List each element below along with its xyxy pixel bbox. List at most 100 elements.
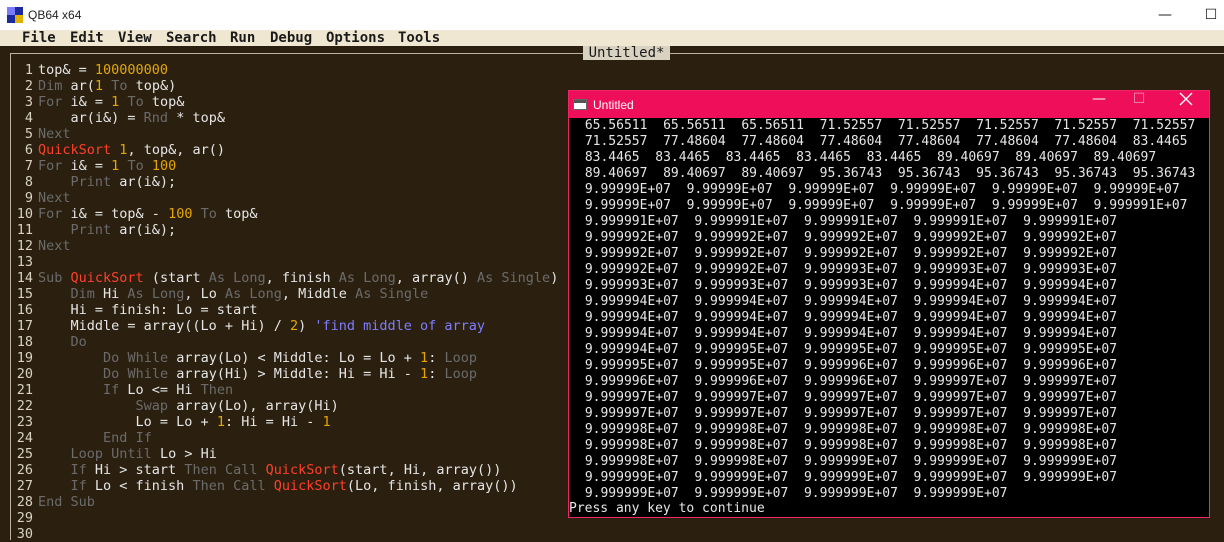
code-token: As [477,270,494,286]
code-line[interactable]: QuickSort 1, top&, ar() [38,142,558,158]
line-number: 24 [16,430,33,446]
code-token: As [127,286,144,302]
menu-search[interactable]: Search [166,30,217,46]
code-line[interactable]: Do While array(Lo) < Middle: Lo = Lo + 1… [38,350,558,366]
maximize-button[interactable]: ☐ [1188,0,1224,30]
code-line[interactable] [38,254,558,270]
code-line[interactable]: Next [38,190,558,206]
code-token: Dim [70,286,95,302]
line-number: 4 [24,110,33,126]
code-line[interactable]: For i& = top& - 100 To top& [38,206,558,222]
line-number: 10 [16,206,33,222]
line-number: 21 [16,382,33,398]
code-token: , array() [395,270,477,286]
code-token: Next [38,238,71,254]
code-line[interactable]: Next [38,126,558,142]
menu-run[interactable]: Run [230,30,255,46]
code-token: 1 [94,78,104,94]
output-line: 9.999992E+07 9.999992E+07 9.999992E+07 9… [577,230,1118,245]
code-line[interactable]: If Lo < finish Then Call QuickSort(Lo, f… [38,478,558,494]
code-line[interactable]: End If [38,430,558,446]
code-line[interactable]: ar(i&) = Rnd * top& [38,110,558,126]
code-token: While [127,366,169,382]
code-token: Do [103,350,120,366]
window-icon [573,99,587,110]
code-line[interactable]: Sub QuickSort (start As Long, finish As … [38,270,558,286]
code-token: Lo = Lo + [38,414,217,430]
code-token: For [38,94,63,110]
code-line[interactable]: Next [38,238,558,254]
code-line[interactable]: End Sub [38,494,558,510]
code-token: (Lo, finish, array()) [346,478,518,494]
code-line[interactable]: If Hi > start Then Call QuickSort(start,… [38,462,558,478]
line-number: 7 [24,158,33,174]
output-maximize-button[interactable]: ☐ [1119,91,1159,118]
line-number-gutter: 1 2 3 4 5 6 7 8 9 10 11 12 13 14 15 16 17 18 19 20 21 22 23 24 2… [11,62,33,542]
code-line[interactable]: Lo = Lo + 1: Hi = Hi - 1 [38,414,558,430]
qb64-app-icon [7,7,23,23]
menu-debug[interactable]: Debug [270,30,312,46]
line-number: 3 [24,94,33,110]
code-token: Single [501,270,551,286]
code-line[interactable] [38,510,558,526]
code-line[interactable]: top& = 100000000 [38,62,558,78]
minimize-button[interactable]: — [1142,0,1188,30]
menu-file[interactable]: File [22,30,56,46]
code-line[interactable]: Do [38,334,558,350]
menu-edit[interactable]: Edit [70,30,104,46]
code-token: , Lo [184,286,225,302]
menu-tools[interactable]: Tools [398,30,440,46]
code-token: Middle = array((Lo + Hi) / [38,318,290,334]
line-number: 12 [16,238,33,254]
code-token: ar( [62,78,95,94]
app-title: QB64 x64 [28,8,82,22]
code-line[interactable]: For i& = 1 To 100 [38,158,558,174]
code-line[interactable]: If Lo <= Hi Then [38,382,558,398]
code-token: 1 [322,414,331,430]
code-line[interactable]: For i& = 1 To top& [38,94,558,110]
output-line: 9.999999E+07 9.999999E+07 9.999999E+07 9… [577,486,1008,501]
code-token: array(Hi) > Middle: Hi = Hi - [168,366,421,382]
code-line[interactable]: Dim ar(1 To top&) [38,78,558,94]
menu-bar: File Edit View Search Run Debug Options … [0,30,1224,46]
code-token: 2 [289,318,299,334]
code-token: Until [111,446,152,462]
output-window-title: Untitled [593,98,634,112]
output-close-button[interactable] [1166,91,1206,118]
menu-options[interactable]: Options [326,30,385,46]
code-line[interactable]: Dim Hi As Long, Lo As Long, Middle As Si… [38,286,558,302]
line-number: 22 [16,398,33,414]
code-line[interactable]: Do While array(Hi) > Middle: Hi = Hi - 1… [38,366,558,382]
code-token: If [135,430,152,446]
code-line[interactable]: Loop Until Lo > Hi [38,446,558,462]
code-token: Dim [38,78,63,94]
code-token: array(Lo), array(Hi) [168,398,339,414]
menu-view[interactable]: View [118,30,152,46]
code-token: Lo <= Hi [119,382,201,398]
code-token: 1 [420,366,429,382]
code-token: top& [143,94,185,110]
code-line[interactable]: Hi = finish: Lo = start [38,302,558,318]
line-number: 2 [24,78,33,94]
code-line[interactable]: Middle = array((Lo + Hi) / 2) 'find midd… [38,318,558,334]
code-line[interactable]: Print ar(i&); [38,174,558,190]
document-tab[interactable]: Untitled* [583,46,670,60]
code-text[interactable]: top& = 100000000 Dim ar(1 To top&) For i& … [38,62,558,542]
code-token: Long [249,286,282,302]
code-token: 1 [420,350,429,366]
line-number: 28 [16,494,33,510]
code-line[interactable]: Swap array(Lo), array(Hi) [38,398,558,414]
output-line: 9.999992E+07 9.999992E+07 9.999993E+07 9… [577,262,1118,277]
code-token: Loop [444,366,477,382]
output-minimize-button[interactable]: — [1079,91,1119,118]
output-window[interactable]: Untitled — ☐ 65.56511 65.56511 65.56511 … [568,90,1210,518]
code-token: 100000000 [94,62,169,78]
code-token: i& = top& - [62,206,169,222]
code-token: For [38,206,63,222]
line-number: 19 [16,350,33,366]
code-line[interactable]: Print ar(i&); [38,222,558,238]
code-token: QuickSort [70,270,144,286]
